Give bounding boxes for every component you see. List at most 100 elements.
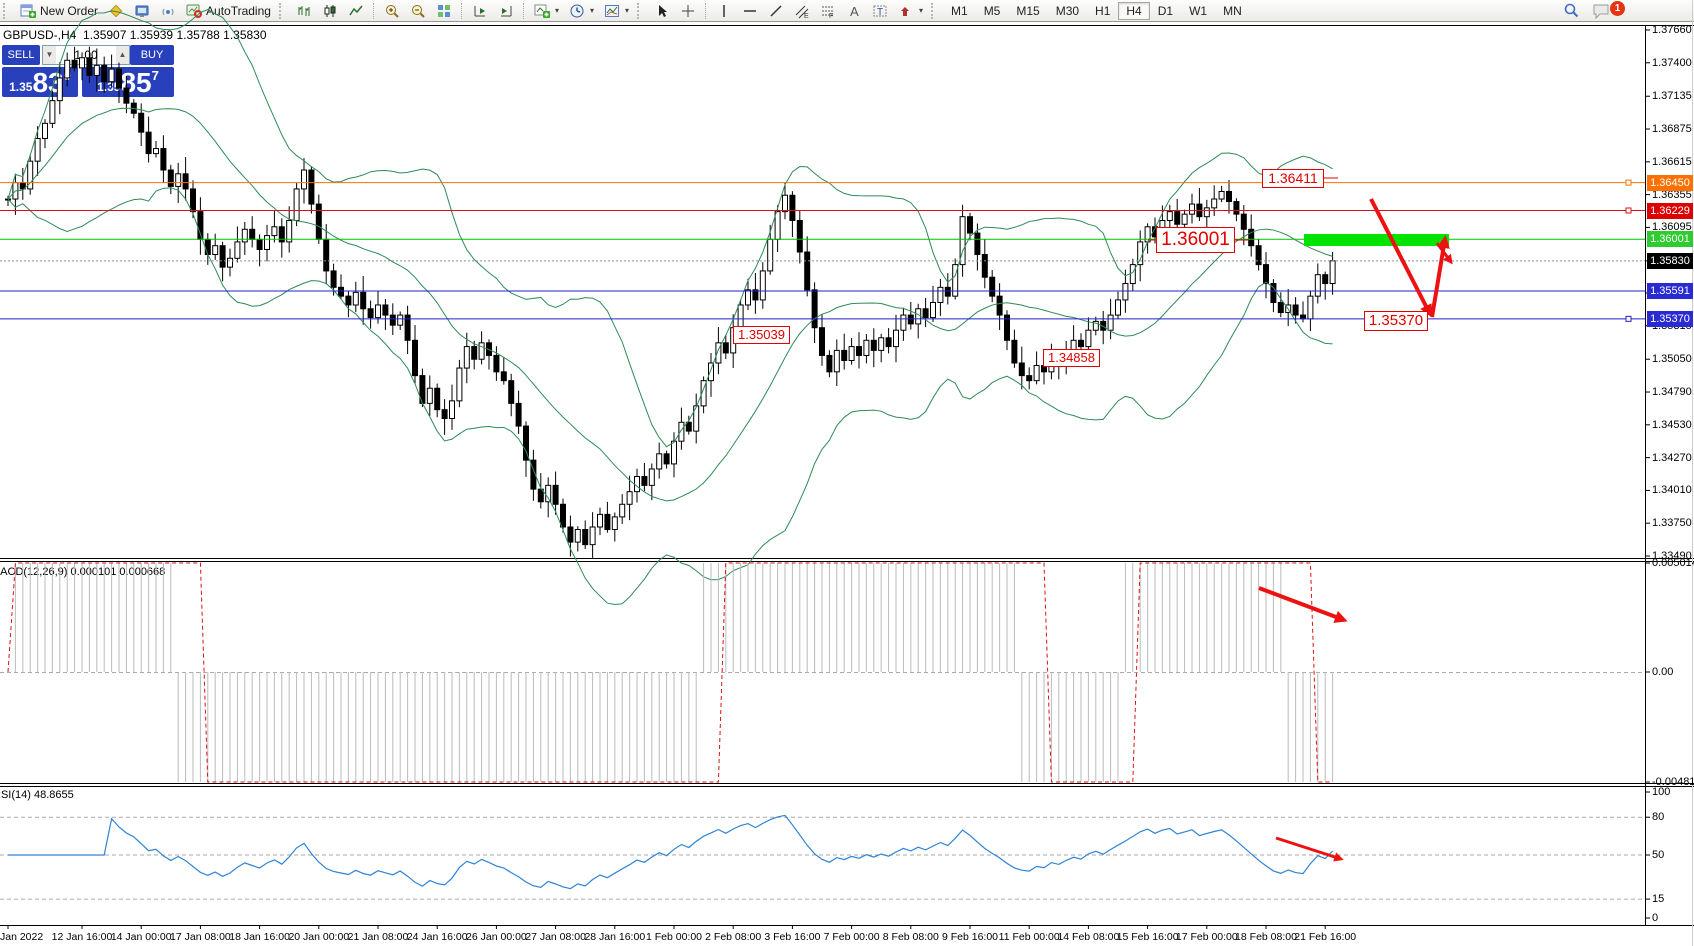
candlestick [672, 441, 677, 464]
x-axis-label: Jan 2022 [0, 931, 43, 943]
x-axis-label: 20 Jan 00:00 [288, 931, 349, 943]
candlestick [1182, 214, 1187, 224]
candlestick [376, 305, 381, 318]
candlestick [627, 492, 632, 505]
candlestick [1116, 300, 1121, 315]
candlestick [990, 277, 995, 296]
price-label-annotation[interactable]: 1.35039 [733, 326, 790, 344]
chart-canvas[interactable] [0, 0, 1694, 946]
candlestick [309, 170, 314, 204]
candlestick [35, 138, 40, 161]
candlestick [1256, 246, 1261, 265]
candlestick [879, 338, 884, 351]
x-axis-label: 14 Feb 08:00 [1057, 931, 1119, 943]
price-badge: 1.36229 [1647, 203, 1693, 219]
candlestick [768, 239, 773, 271]
candlestick [516, 403, 521, 426]
candlestick [864, 340, 869, 355]
candlestick [413, 340, 418, 375]
price-label-annotation[interactable]: 1.34858 [1043, 349, 1100, 367]
trend-arrow-annotation[interactable] [1276, 838, 1341, 859]
candlestick [457, 368, 462, 401]
candlestick [464, 347, 469, 368]
y-axis-tick-label: 1.36615 [1652, 156, 1692, 168]
highlight-bar-annotation[interactable] [1304, 234, 1449, 246]
price-badge: 1.35370 [1647, 311, 1693, 327]
candlestick [109, 69, 114, 82]
level-drag-marker[interactable] [1626, 316, 1631, 321]
candlestick [783, 195, 788, 211]
y-axis-tick-label: 1.34790 [1652, 386, 1692, 398]
candlestick [1323, 275, 1328, 284]
candlestick [294, 189, 299, 221]
candlestick [553, 485, 558, 504]
y-axis-tick-label: 1.37660 [1652, 24, 1692, 36]
candlestick [324, 239, 329, 271]
candlestick [1293, 305, 1298, 315]
candlestick [686, 422, 691, 431]
candlestick [871, 340, 876, 350]
candlestick [501, 372, 506, 381]
trend-arrow-annotation[interactable] [1259, 588, 1344, 620]
candlestick [472, 347, 477, 360]
candlestick [1079, 340, 1084, 346]
candlestick [805, 252, 810, 290]
candlestick [450, 401, 455, 419]
candlestick [168, 170, 173, 186]
candlestick [842, 350, 847, 360]
x-axis-label: 24 Jan 16:00 [407, 931, 468, 943]
candlestick [1027, 376, 1032, 381]
candlestick [442, 410, 447, 419]
candlestick [154, 149, 159, 154]
level-drag-marker[interactable] [1626, 208, 1631, 213]
candlestick [191, 189, 196, 212]
trend-arrow-annotation[interactable] [1371, 199, 1430, 314]
candlestick [57, 78, 62, 101]
candlestick [361, 292, 366, 308]
y-axis-tick-label: 1.34010 [1652, 484, 1692, 496]
rsi-line [8, 815, 1333, 888]
rsi-axis-label: 50 [1652, 849, 1664, 861]
price-badge: 1.35830 [1647, 253, 1693, 269]
price-label-annotation[interactable]: 1.36411 [1262, 169, 1324, 188]
y-axis-tick-label: 1.37135 [1652, 90, 1692, 102]
price-label-annotation[interactable]: 1.36001 [1156, 227, 1235, 253]
candlestick [1308, 296, 1313, 319]
candlestick [398, 315, 403, 325]
x-axis-label: 21 Jan 08:00 [348, 931, 409, 943]
candlestick [509, 381, 514, 404]
candlestick [1175, 212, 1180, 225]
candlestick [945, 287, 950, 296]
candlestick [1278, 302, 1283, 312]
level-drag-marker[interactable] [1626, 180, 1631, 185]
candlestick [94, 65, 99, 75]
candlestick [257, 239, 262, 249]
price-label-annotation[interactable]: 1.35370 [1364, 311, 1428, 331]
x-axis-label: 7 Feb 00:00 [824, 931, 880, 943]
candlestick [1212, 199, 1217, 208]
candlestick [908, 315, 913, 324]
candlestick [723, 343, 728, 353]
candlestick [353, 292, 358, 305]
candlestick [1123, 284, 1128, 300]
candlestick [250, 229, 255, 239]
bollinger-middle-band [8, 108, 1333, 501]
candlestick [901, 315, 906, 330]
candlestick [968, 217, 973, 233]
x-axis-label: 18 Feb 08:00 [1235, 931, 1297, 943]
candlestick [383, 305, 388, 315]
candlestick [213, 246, 218, 255]
candlestick [272, 227, 277, 236]
x-axis-label: 17 Feb 00:00 [1176, 931, 1238, 943]
x-axis-label: 18 Jan 16:00 [229, 931, 290, 943]
x-axis-label: 8 Feb 08:00 [883, 931, 939, 943]
candlestick [938, 287, 943, 302]
candlestick [982, 255, 987, 278]
candlestick [435, 388, 440, 409]
candlestick [287, 220, 292, 241]
candlestick [316, 204, 321, 239]
candlestick [1012, 340, 1017, 363]
candlestick [760, 271, 765, 300]
x-axis-label: 11 Feb 00:00 [999, 931, 1060, 943]
candlestick [479, 343, 484, 359]
